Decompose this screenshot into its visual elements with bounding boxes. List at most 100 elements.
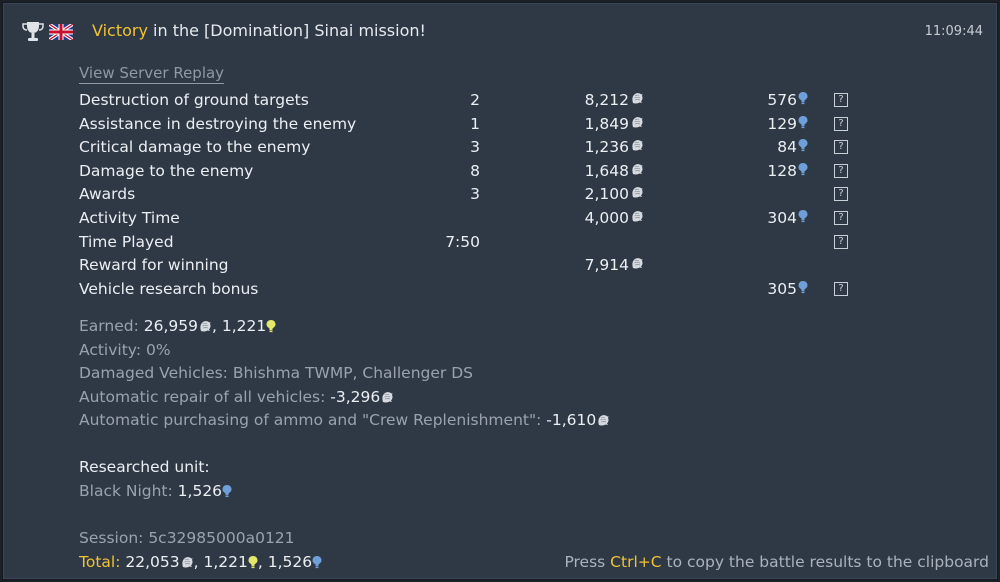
battle-results-panel: Victory in the [Domination] Sinai missio…	[2, 2, 998, 580]
trophy-icon	[22, 22, 44, 41]
earned-line: Earned: 26,959, 1,221	[79, 317, 276, 337]
earned-sl-value: 26,959	[143, 317, 199, 335]
table-row: Critical damage to the enemy 3 1,236 84?	[3, 136, 997, 160]
session-label: Session:	[79, 529, 144, 547]
repair-value: -3,296	[330, 388, 381, 406]
row-label: Activity Time	[79, 208, 180, 227]
total-conv-value: 1,221	[203, 553, 248, 571]
row-research-points: 305	[767, 280, 808, 298]
table-row: Destruction of ground targets 2 8,212 576?	[3, 89, 997, 113]
row-research-points: 128	[767, 162, 808, 180]
row-label: Assistance in destroying the enemy	[79, 114, 357, 133]
help-icon[interactable]: ?	[834, 281, 848, 296]
row-rp-value: 576	[767, 91, 797, 109]
row-silver-lions: 8,212	[585, 91, 644, 109]
row-count: 7:50	[445, 232, 480, 251]
ammo-value: -1,610	[546, 411, 597, 429]
mission-text: in the [Domination] Sinai mission!	[147, 21, 426, 40]
silver-lions-icon	[630, 138, 644, 156]
activity-label: Activity:	[79, 341, 142, 359]
row-label: Time Played	[79, 232, 174, 251]
total-rp-value: 1,526	[267, 553, 313, 571]
row-sl-value: 2,100	[584, 185, 629, 204]
row-count: 3	[470, 185, 480, 204]
row-rp-value: 128	[767, 161, 797, 180]
research-points-icon	[798, 138, 808, 156]
silver-lions-icon	[198, 319, 212, 337]
session-line: Session: 5c32985000a0121	[79, 529, 295, 547]
row-rp-value: 305	[767, 279, 797, 298]
table-row: Awards 3 2,100?	[3, 183, 997, 207]
row-label: Critical damage to the enemy	[79, 138, 311, 157]
row-silver-lions: 1,236	[585, 138, 644, 156]
damaged-value: Bhishma TWMP, Challenger DS	[232, 364, 473, 382]
total-sl-value: 22,053	[125, 553, 180, 571]
earned-label: Earned:	[79, 317, 139, 335]
row-rp-value: 84	[777, 138, 797, 157]
research-points-icon	[222, 484, 232, 502]
research-points-icon	[798, 162, 808, 180]
row-label: Damage to the enemy	[79, 161, 254, 180]
row-research-points: 84	[777, 138, 808, 156]
row-label: Reward for winning	[79, 256, 229, 275]
row-label: Destruction of ground targets	[79, 91, 309, 109]
clipboard-hint: Press Ctrl+C to copy the battle results …	[564, 553, 989, 571]
help-icon[interactable]: ?	[834, 234, 848, 249]
hint-key: Ctrl+C	[610, 553, 662, 571]
row-sl-value: 1,648	[584, 161, 629, 180]
row-sl-value: 4,000	[584, 208, 629, 227]
message-time: 11:09:44	[924, 24, 983, 39]
damaged-vehicles-line: Damaged Vehicles: Bhishma TWMP, Challeng…	[79, 364, 473, 382]
table-row: Vehicle research bonus 305?	[3, 278, 997, 302]
row-research-points: 576	[767, 91, 808, 109]
victory-label: Victory	[92, 21, 148, 40]
message-header: Victory in the [Domination] Sinai missio…	[3, 3, 997, 49]
uk-flag-icon	[49, 24, 73, 40]
hint-pre: Press	[564, 553, 611, 571]
silver-lions-icon	[630, 185, 644, 203]
row-sl-value: 8,212	[584, 91, 629, 109]
research-points-icon	[312, 555, 322, 573]
table-row: Assistance in destroying the enemy 1 1,849…	[3, 113, 997, 137]
silver-lions-icon	[380, 390, 394, 408]
row-count: 2	[470, 91, 480, 109]
row-silver-lions: 2,100	[585, 185, 644, 203]
help-icon[interactable]: ?	[834, 116, 848, 131]
help-icon[interactable]: ?	[834, 140, 848, 155]
row-label: Vehicle research bonus	[79, 279, 259, 298]
row-count: 3	[470, 138, 480, 157]
researched-unit-value: 1,526	[177, 482, 223, 500]
row-research-points: 304	[767, 209, 808, 227]
ammo-label: Automatic purchasing of ammo and "Crew R…	[79, 411, 542, 429]
table-row: Damage to the enemy 8 1,648 128?	[3, 160, 997, 184]
silver-lions-icon	[630, 209, 644, 227]
row-research-points: 129	[767, 115, 808, 133]
row-silver-lions: 7,914	[585, 256, 644, 274]
help-icon[interactable]: ?	[834, 93, 848, 107]
earned-conv-value: 1,221	[221, 317, 267, 335]
rewards-table: Destruction of ground targets 2 8,212 576? A…	[3, 89, 997, 301]
total-line: Total: 22,053, 1,221, 1,526	[79, 553, 322, 573]
convertible-rp-icon	[266, 319, 276, 337]
help-icon[interactable]: ?	[834, 163, 848, 178]
view-server-replay-link[interactable]: View Server Replay	[79, 64, 225, 84]
repair-line: Automatic repair of all vehicles: -3,296	[79, 388, 394, 408]
hint-post: to copy the battle results to the clipbo…	[661, 553, 989, 571]
help-icon[interactable]: ?	[834, 210, 848, 225]
ammo-line: Automatic purchasing of ammo and "Crew R…	[79, 411, 610, 431]
silver-lions-icon	[180, 555, 194, 573]
row-count: 8	[470, 161, 480, 180]
research-points-icon	[798, 91, 808, 109]
help-icon[interactable]: ?	[834, 187, 848, 202]
total-label: Total:	[79, 553, 121, 571]
row-rp-value: 304	[767, 208, 797, 227]
row-sl-value: 1,849	[584, 114, 629, 133]
row-sl-value: 1,236	[584, 138, 629, 157]
silver-lions-icon	[630, 162, 644, 180]
row-sl-value: 7,914	[584, 256, 629, 275]
researched-heading: Researched unit:	[79, 458, 210, 476]
row-label: Awards	[79, 185, 136, 204]
researched-unit-line: Black Night: 1,526	[79, 482, 232, 502]
research-points-icon	[798, 115, 808, 133]
repair-label: Automatic repair of all vehicles:	[79, 388, 326, 406]
